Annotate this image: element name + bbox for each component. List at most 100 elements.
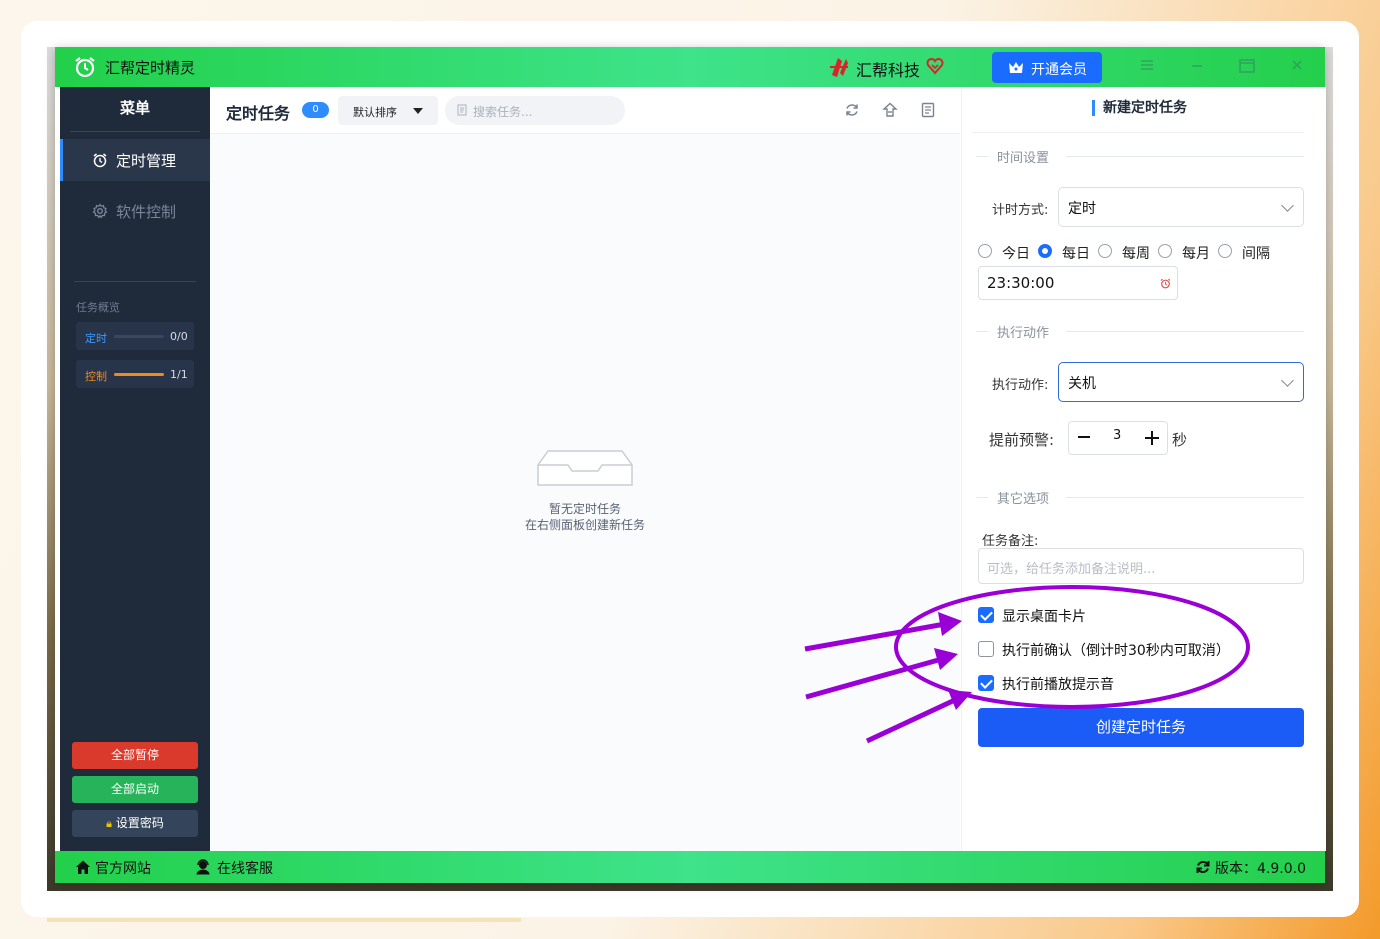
checkbox-label: 执行前确认（倒计时30秒内可取消） <box>1002 643 1230 659</box>
clock-logo-icon <box>75 57 95 78</box>
warning-stepper[interactable]: 3 <box>1068 421 1168 455</box>
checkbox-box <box>978 607 994 623</box>
radio-circle <box>1218 244 1232 258</box>
title-bar: 汇帮定时精灵 汇帮科技 开通会员 <box>55 47 1325 87</box>
section-line <box>1066 156 1304 157</box>
minus-icon[interactable] <box>1078 436 1090 438</box>
warning-unit: 秒 <box>1172 431 1188 449</box>
progress-bar <box>114 335 164 338</box>
sidebar-item-timer-management[interactable]: 定时管理 <box>60 139 210 181</box>
refresh-icon[interactable] <box>844 102 860 118</box>
desktop-decoration <box>47 918 521 922</box>
time-picker-input[interactable]: 23:30:00 <box>978 266 1178 300</box>
time-value: 23:30:00 <box>987 274 1055 292</box>
start-all-button[interactable]: 全部启动 <box>72 776 198 803</box>
action-select[interactable]: 关机 <box>1058 362 1304 402</box>
log-icon[interactable] <box>920 102 936 118</box>
section-action: 执行动作 <box>976 322 1304 341</box>
gear-icon <box>92 203 108 219</box>
sidebar-item-label: 软件控制 <box>116 203 177 221</box>
section-other-options: 其它选项 <box>976 488 1304 507</box>
set-password-button[interactable]: 🔒︎ 设置密码 <box>72 810 198 837</box>
radio-label: 每周 <box>1122 246 1150 262</box>
overview-value: 1/1 <box>170 368 188 381</box>
heart-icon <box>926 58 944 75</box>
timing-mode-select[interactable]: 定时 <box>1058 187 1304 227</box>
divider <box>70 131 200 132</box>
section-time-settings: 时间设置 <box>976 147 1304 166</box>
sidebar: 菜单 定时管理 软件控制 任务概览 定时 0/0 控制 1/1 全部暂停 全部启… <box>60 87 210 851</box>
update-icon <box>1196 861 1210 873</box>
radio-circle <box>978 244 992 258</box>
sidebar-item-software-control[interactable]: 软件控制 <box>60 190 210 232</box>
radio-label: 今日 <box>1002 246 1030 262</box>
support-icon <box>196 859 210 875</box>
sort-label: 默认排序 <box>353 106 397 119</box>
online-support-link[interactable]: 在线客服 <box>217 858 273 878</box>
divider <box>972 132 1304 133</box>
clean-icon[interactable] <box>882 102 898 118</box>
vip-button[interactable]: 开通会员 <box>992 52 1102 83</box>
caret-down-icon <box>413 108 423 114</box>
overview-control-row: 控制 1/1 <box>76 360 194 388</box>
search-icon <box>457 104 467 116</box>
maximize-icon[interactable] <box>1237 58 1257 76</box>
task-list-panel: 定时任务 0 默认排序 搜索任务... 暂无定时任务 在右侧面板创建新任务 <box>210 87 960 851</box>
checkbox-label: 执行前播放提示音 <box>1002 677 1114 693</box>
action-label: 执行动作: <box>992 378 1049 393</box>
search-placeholder: 搜索任务... <box>473 105 533 119</box>
divider <box>74 281 196 282</box>
minimize-icon[interactable] <box>1187 58 1207 76</box>
section-line <box>1066 497 1304 498</box>
close-icon[interactable] <box>1287 58 1307 76</box>
action-value: 关机 <box>1068 376 1096 392</box>
overview-value: 0/0 <box>170 330 188 343</box>
search-input[interactable]: 搜索任务... <box>445 96 625 125</box>
plus-icon[interactable] <box>1145 431 1159 445</box>
section-line <box>976 156 988 157</box>
note-placeholder: 可选，给任务添加备注说明... <box>987 562 1156 577</box>
checkbox-label: 显示桌面卡片 <box>1002 609 1086 625</box>
alarm-clock-icon[interactable] <box>1160 278 1171 289</box>
section-line <box>1066 331 1304 332</box>
radio-circle <box>1158 244 1172 258</box>
sort-select[interactable]: 默认排序 <box>338 96 438 125</box>
progress-bar <box>114 373 164 376</box>
version-label: 版本：4.9.0.0 <box>1215 861 1306 877</box>
empty-tray-icon <box>537 450 633 486</box>
brand-name: 汇帮科技 <box>856 61 921 80</box>
timing-mode-label: 计时方式: <box>992 203 1049 218</box>
warning-value: 3 <box>1113 428 1122 443</box>
official-website-link[interactable]: 官方网站 <box>95 858 151 878</box>
home-icon <box>76 860 90 874</box>
radio-label: 间隔 <box>1242 246 1270 262</box>
sidebar-item-label: 定时管理 <box>116 152 177 170</box>
alarm-clock-icon <box>93 153 107 168</box>
crown-icon <box>1009 62 1023 73</box>
pause-all-button[interactable]: 全部暂停 <box>72 742 198 769</box>
warning-label: 提前预警: <box>989 431 1055 449</box>
lock-icon: 🔒︎ <box>106 817 112 830</box>
section-line <box>976 497 988 498</box>
overview-key: 定时 <box>85 332 107 345</box>
new-task-panel: 新建定时任务 时间设置 计时方式: 定时 今日 每日 每周 每月 间隔 23:3… <box>961 87 1326 851</box>
vip-label: 开通会员 <box>1031 62 1087 78</box>
overview-key: 控制 <box>85 370 107 383</box>
menu-icon[interactable] <box>1137 58 1157 76</box>
status-bar: 官方网站 在线客服 版本：4.9.0.0 <box>55 851 1325 883</box>
overview-timer-row: 定时 0/0 <box>76 322 194 350</box>
task-list-title: 定时任务 <box>226 104 291 123</box>
task-list-header: 定时任务 0 默认排序 搜索任务... <box>210 87 960 134</box>
section-line <box>976 331 988 332</box>
section-title: 执行动作 <box>997 326 1050 341</box>
create-task-button[interactable]: 创建定时任务 <box>978 708 1304 747</box>
app-title: 汇帮定时精灵 <box>105 59 196 77</box>
overview-label: 任务概览 <box>76 301 120 314</box>
new-task-title: 新建定时任务 <box>1092 100 1187 116</box>
checkbox-box <box>978 641 994 657</box>
radio-circle <box>1098 244 1112 258</box>
radio-label: 每月 <box>1182 246 1210 262</box>
section-title: 其它选项 <box>997 492 1050 507</box>
note-field[interactable]: 可选，给任务添加备注说明... <box>978 548 1304 584</box>
timing-mode-value: 定时 <box>1068 201 1096 217</box>
